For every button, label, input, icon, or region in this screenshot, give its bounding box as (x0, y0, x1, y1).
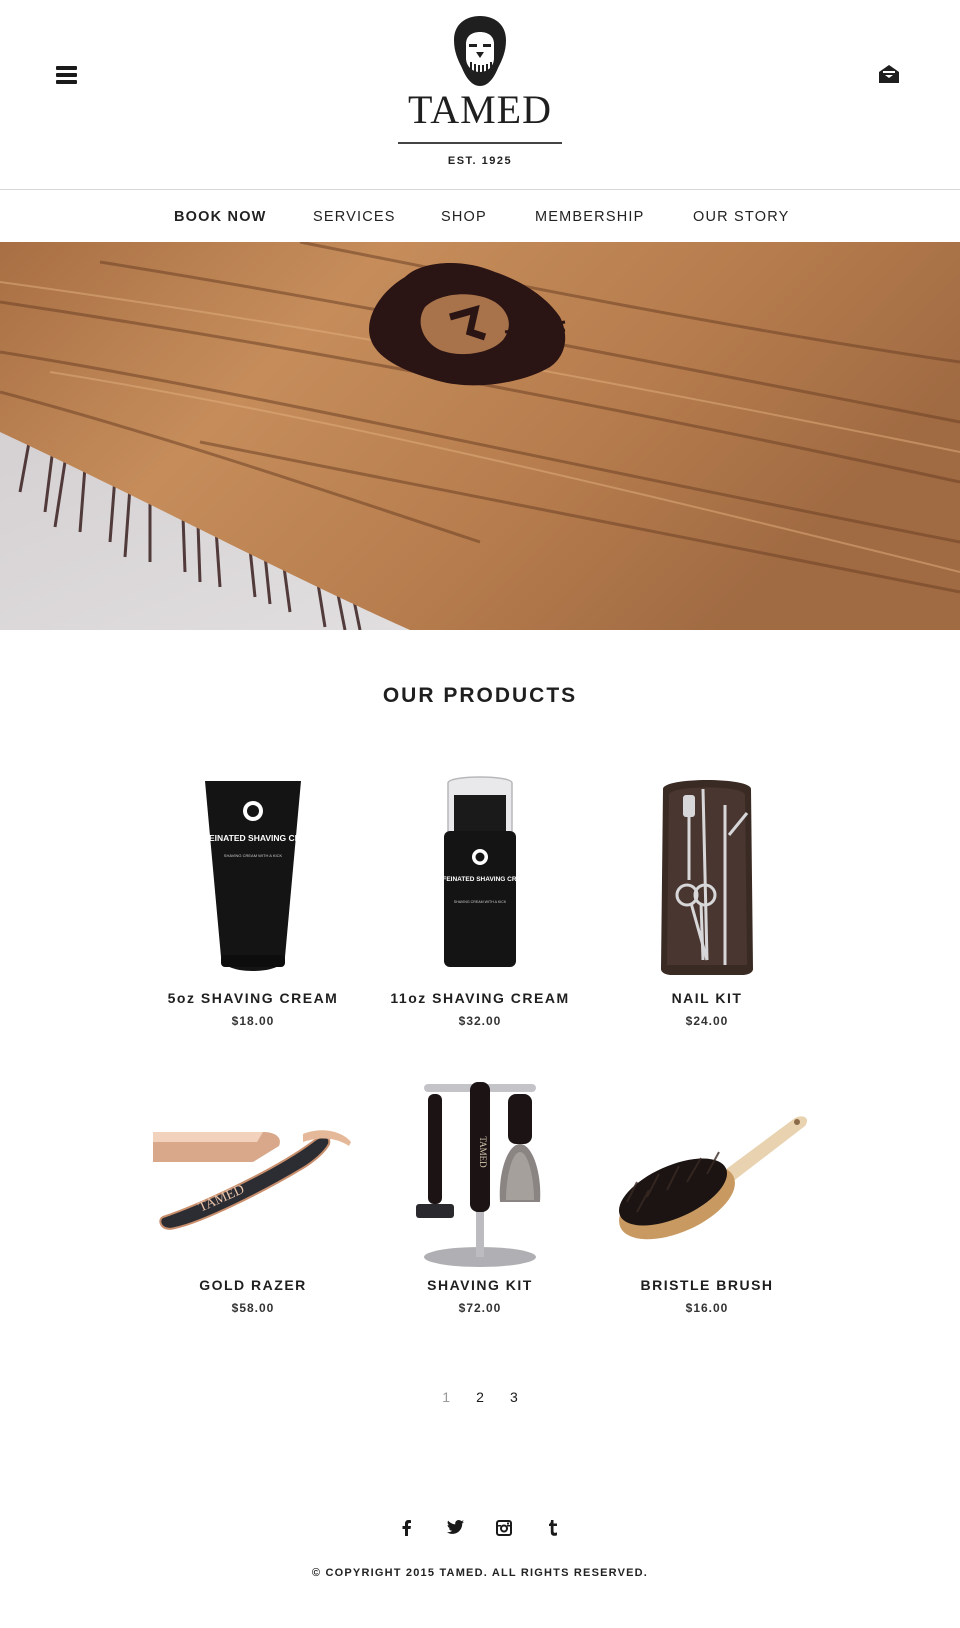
nav-item-our-story[interactable]: OUR STORY (693, 209, 789, 225)
product-card[interactable]: NAIL KIT $24.00 (607, 775, 807, 1028)
twitter-icon[interactable] (434, 1520, 478, 1540)
product-card[interactable]: TAMED SHAVING KIT $72.00 (380, 1062, 580, 1315)
bottle-sublabel-text: SHAVING CREAM WITH A KICK (454, 900, 507, 904)
kit-engraving-text: TAMED (478, 1136, 488, 1168)
nail-kit-image (661, 780, 753, 975)
bristle-brush-image (618, 1116, 807, 1240)
product-price: $58.00 (231, 1301, 275, 1315)
wooden-brush-image (0, 242, 960, 630)
envelope-icon[interactable] (878, 64, 902, 88)
lion-logo-icon (454, 16, 506, 86)
product-name: 11oz SHAVING CREAM (390, 990, 570, 1006)
product-card[interactable]: CAFFEINATED SHAVING CREAM SHAVING CREAM … (153, 775, 353, 1028)
product-name: 5oz SHAVING CREAM (167, 990, 339, 1006)
product-card[interactable]: BRISTLE BRUSH $16.00 (607, 1062, 807, 1315)
product-price: $72.00 (458, 1301, 502, 1315)
site-header: TAMED EST. 1925 (0, 0, 960, 190)
brand-established: EST. 1925 (447, 155, 513, 167)
product-name: SHAVING KIT (427, 1277, 533, 1293)
tube-label-text: CAFFEINATED SHAVING CREAM (186, 833, 319, 843)
brand-divider (398, 142, 562, 144)
tube-sublabel-text: SHAVING CREAM WITH A KICK (224, 853, 283, 858)
instagram-icon[interactable] (482, 1520, 526, 1540)
tumblr-icon[interactable] (531, 1520, 575, 1540)
social-links (0, 1520, 960, 1540)
nav-item-membership[interactable]: MEMBERSHIP (535, 209, 645, 225)
product-card[interactable]: TAMED GOLD RAZER $58.00 (153, 1062, 353, 1315)
product-name: GOLD RAZER (199, 1277, 307, 1293)
page-link-3[interactable]: 3 (499, 1389, 529, 1405)
nav-item-shop[interactable]: SHOP (441, 209, 487, 225)
shaving-kit-image: TAMED (416, 1082, 541, 1267)
brand-logo[interactable]: TAMED EST. 1925 (397, 14, 563, 174)
page-link-1[interactable]: 1 (431, 1389, 461, 1405)
hamburger-menu-icon[interactable] (56, 66, 80, 88)
products-title: OUR PRODUCTS (382, 684, 578, 707)
product-name: NAIL KIT (671, 990, 743, 1006)
product-name: BRISTLE BRUSH (640, 1277, 774, 1293)
product-price: $24.00 (685, 1014, 729, 1028)
brand-name: TAMED (407, 87, 552, 132)
product-price: $18.00 (231, 1014, 275, 1028)
straight-razor-image: TAMED (153, 1130, 351, 1230)
product-card[interactable]: CAFFEINATED SHAVING CREAM SHAVING CREAM … (380, 775, 580, 1028)
main-nav: BOOK NOW SERVICES SHOP MEMBERSHIP OUR ST… (0, 190, 960, 242)
nav-item-services[interactable]: SERVICES (313, 209, 396, 225)
pagination: 1 2 3 (0, 1389, 960, 1405)
nav-item-book-now[interactable]: BOOK NOW (174, 209, 267, 225)
shaving-cream-bottle-image: CAFFEINATED SHAVING CREAM SHAVING CREAM … (429, 776, 531, 967)
facebook-icon[interactable] (385, 1520, 429, 1540)
shaving-cream-tube-image: CAFFEINATED SHAVING CREAM SHAVING CREAM … (186, 781, 320, 971)
product-price: $16.00 (685, 1301, 729, 1315)
bottle-label-text: CAFFEINATED SHAVING CREAM (429, 876, 531, 883)
product-price: $32.00 (458, 1014, 502, 1028)
page-link-2[interactable]: 2 (465, 1389, 495, 1405)
copyright-text: © COPYRIGHT 2015 TAMED. ALL RIGHTS RESER… (311, 1567, 649, 1579)
hero-image (0, 242, 960, 630)
